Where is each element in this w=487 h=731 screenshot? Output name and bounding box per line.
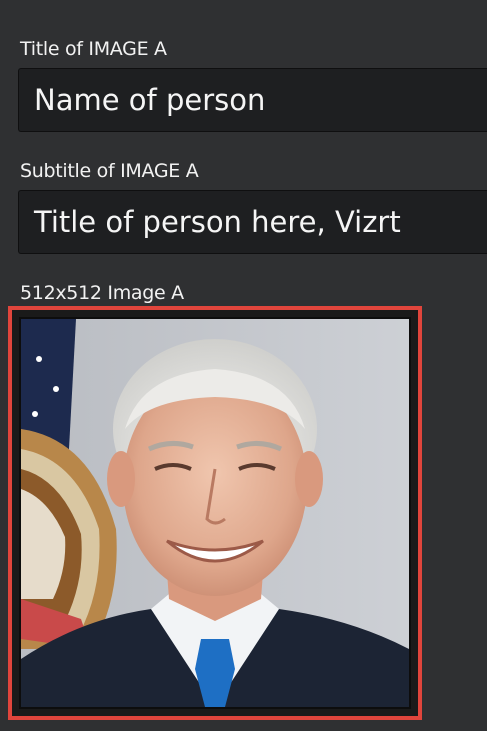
title-input[interactable]: Name of person <box>18 68 487 132</box>
portrait-photo <box>21 319 409 707</box>
subtitle-input[interactable]: Title of person here, Vizrt <box>18 190 487 254</box>
title-label: Title of IMAGE A <box>20 38 167 60</box>
image-drop-zone[interactable] <box>8 306 422 720</box>
image-properties-panel: Title of IMAGE A Name of person Subtitle… <box>0 0 487 731</box>
portrait-image[interactable] <box>19 317 411 709</box>
subtitle-label: Subtitle of IMAGE A <box>20 160 199 182</box>
image-label: 512x512 Image A <box>20 282 184 304</box>
